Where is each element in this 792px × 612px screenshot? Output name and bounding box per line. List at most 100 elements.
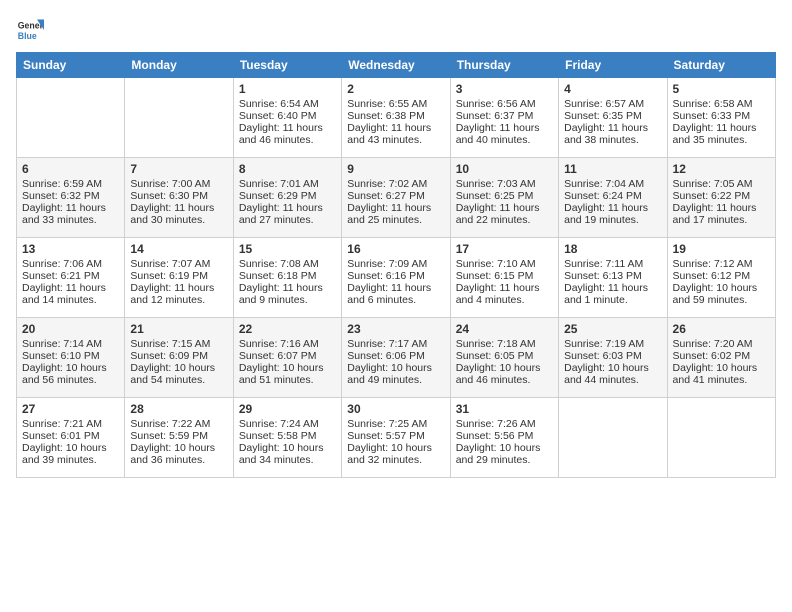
day-info: Sunrise: 6:58 AM [673,98,770,110]
day-info: Sunset: 6:13 PM [564,270,661,282]
day-number: 12 [673,162,770,176]
calendar-cell: 3Sunrise: 6:56 AMSunset: 6:37 PMDaylight… [450,78,558,158]
day-number: 2 [347,82,444,96]
day-info: Sunrise: 7:04 AM [564,178,661,190]
day-info: Sunrise: 7:09 AM [347,258,444,270]
day-info: Daylight: 10 hours and 44 minutes. [564,362,661,386]
calendar-cell: 23Sunrise: 7:17 AMSunset: 6:06 PMDayligh… [342,318,450,398]
calendar-week-row: 20Sunrise: 7:14 AMSunset: 6:10 PMDayligh… [17,318,776,398]
day-info: Daylight: 11 hours and 6 minutes. [347,282,444,306]
day-info: Daylight: 11 hours and 27 minutes. [239,202,336,226]
day-info: Daylight: 10 hours and 51 minutes. [239,362,336,386]
day-info: Daylight: 10 hours and 41 minutes. [673,362,770,386]
calendar-cell: 1Sunrise: 6:54 AMSunset: 6:40 PMDaylight… [233,78,341,158]
day-info: Sunset: 6:29 PM [239,190,336,202]
day-number: 24 [456,322,553,336]
day-info: Sunset: 6:32 PM [22,190,119,202]
calendar-cell: 29Sunrise: 7:24 AMSunset: 5:58 PMDayligh… [233,398,341,478]
day-info: Sunrise: 7:17 AM [347,338,444,350]
calendar-cell: 21Sunrise: 7:15 AMSunset: 6:09 PMDayligh… [125,318,233,398]
day-number: 27 [22,402,119,416]
calendar-cell: 27Sunrise: 7:21 AMSunset: 6:01 PMDayligh… [17,398,125,478]
day-number: 16 [347,242,444,256]
day-info: Daylight: 11 hours and 14 minutes. [22,282,119,306]
day-info: Sunrise: 6:59 AM [22,178,119,190]
calendar-cell: 14Sunrise: 7:07 AMSunset: 6:19 PMDayligh… [125,238,233,318]
calendar-cell: 15Sunrise: 7:08 AMSunset: 6:18 PMDayligh… [233,238,341,318]
calendar-week-row: 6Sunrise: 6:59 AMSunset: 6:32 PMDaylight… [17,158,776,238]
day-info: Sunset: 6:37 PM [456,110,553,122]
day-header-friday: Friday [559,53,667,78]
day-info: Sunrise: 7:06 AM [22,258,119,270]
day-info: Daylight: 11 hours and 9 minutes. [239,282,336,306]
calendar-cell: 10Sunrise: 7:03 AMSunset: 6:25 PMDayligh… [450,158,558,238]
day-info: Sunrise: 7:05 AM [673,178,770,190]
day-info: Daylight: 11 hours and 43 minutes. [347,122,444,146]
day-info: Daylight: 10 hours and 29 minutes. [456,442,553,466]
day-info: Sunset: 6:16 PM [347,270,444,282]
day-info: Daylight: 11 hours and 38 minutes. [564,122,661,146]
calendar-cell: 16 Sunrise: 7:09 AMSunset: 6:16 PMDayligh… [342,238,450,318]
day-info: Sunset: 6:35 PM [564,110,661,122]
calendar-cell: 31Sunrise: 7:26 AMSunset: 5:56 PMDayligh… [450,398,558,478]
logo-icon: General Blue [16,16,44,44]
calendar-cell: 7Sunrise: 7:00 AMSunset: 6:30 PMDaylight… [125,158,233,238]
day-info: Daylight: 11 hours and 35 minutes. [673,122,770,146]
calendar-cell: 25Sunrise: 7:19 AMSunset: 6:03 PMDayligh… [559,318,667,398]
day-info: Sunset: 5:58 PM [239,430,336,442]
day-info: Sunrise: 7:15 AM [130,338,227,350]
day-number: 23 [347,322,444,336]
day-number: 8 [239,162,336,176]
day-info: Sunrise: 7:16 AM [239,338,336,350]
day-info: Daylight: 10 hours and 39 minutes. [22,442,119,466]
calendar-cell [667,398,775,478]
day-number: 19 [673,242,770,256]
day-info: Sunrise: 7:00 AM [130,178,227,190]
day-number: 20 [22,322,119,336]
day-info: Daylight: 10 hours and 59 minutes. [673,282,770,306]
day-number: 28 [130,402,227,416]
day-info: Sunset: 5:59 PM [130,430,227,442]
header-row: SundayMondayTuesdayWednesdayThursdayFrid… [17,53,776,78]
day-number: 22 [239,322,336,336]
day-info: Sunset: 6:40 PM [239,110,336,122]
day-number: 10 [456,162,553,176]
day-info: Sunset: 6:22 PM [673,190,770,202]
day-number: 3 [456,82,553,96]
day-header-wednesday: Wednesday [342,53,450,78]
day-info: Daylight: 11 hours and 4 minutes. [456,282,553,306]
day-header-tuesday: Tuesday [233,53,341,78]
calendar-cell: 24Sunrise: 7:18 AMSunset: 6:05 PMDayligh… [450,318,558,398]
day-info: Daylight: 10 hours and 46 minutes. [456,362,553,386]
day-info: Sunset: 6:10 PM [22,350,119,362]
day-info: Sunset: 5:56 PM [456,430,553,442]
calendar-cell: 17Sunrise: 7:10 AMSunset: 6:15 PMDayligh… [450,238,558,318]
logo: General Blue [16,16,48,44]
day-number: 7 [130,162,227,176]
day-info: Sunrise: 7:18 AM [456,338,553,350]
day-info: Daylight: 10 hours and 34 minutes. [239,442,336,466]
day-info: Sunrise: 6:54 AM [239,98,336,110]
day-info: Daylight: 10 hours and 54 minutes. [130,362,227,386]
day-number: 30 [347,402,444,416]
day-info: Sunset: 6:38 PM [347,110,444,122]
day-number: 5 [673,82,770,96]
day-number: 4 [564,82,661,96]
day-info: Sunrise: 7:10 AM [456,258,553,270]
day-info: Sunset: 6:02 PM [673,350,770,362]
day-header-sunday: Sunday [17,53,125,78]
calendar-cell: 12Sunrise: 7:05 AMSunset: 6:22 PMDayligh… [667,158,775,238]
day-number: 9 [347,162,444,176]
day-info: Sunset: 6:15 PM [456,270,553,282]
day-info: Sunrise: 7:11 AM [564,258,661,270]
day-number: 31 [456,402,553,416]
day-number: 14 [130,242,227,256]
day-info: Sunset: 6:30 PM [130,190,227,202]
day-info: Sunrise: 7:25 AM [347,418,444,430]
day-info: Sunrise: 7:07 AM [130,258,227,270]
calendar-cell: 28Sunrise: 7:22 AMSunset: 5:59 PMDayligh… [125,398,233,478]
calendar-cell: 20Sunrise: 7:14 AMSunset: 6:10 PMDayligh… [17,318,125,398]
day-info: Sunrise: 7:20 AM [673,338,770,350]
day-info: Sunrise: 6:55 AM [347,98,444,110]
day-info: Daylight: 10 hours and 56 minutes. [22,362,119,386]
